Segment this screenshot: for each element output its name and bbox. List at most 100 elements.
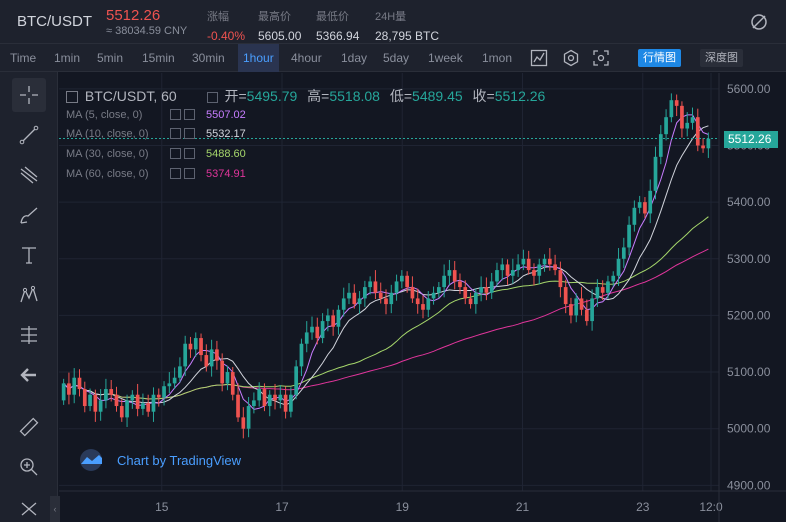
open-label: 开= bbox=[224, 88, 247, 104]
candle-body bbox=[378, 292, 383, 299]
volume-label: 24H量 bbox=[375, 11, 407, 23]
x-tick-label: 19 bbox=[396, 500, 410, 514]
high-value: 5518.08 bbox=[329, 88, 380, 104]
candle-body bbox=[114, 394, 119, 407]
grid bbox=[59, 73, 719, 491]
candle-body bbox=[220, 360, 225, 384]
ma30-value: 5488.60 bbox=[206, 148, 246, 160]
fullscreen-icon[interactable] bbox=[592, 49, 610, 67]
candle-body bbox=[595, 287, 600, 299]
timeframe-15min[interactable]: 15min bbox=[137, 44, 180, 72]
candle-body bbox=[352, 292, 357, 305]
timeframe-4hour[interactable]: 4hour bbox=[286, 44, 327, 72]
tradingview-watermark[interactable]: Chart by TradingView bbox=[75, 449, 241, 476]
candle-body bbox=[421, 304, 425, 310]
candle-body bbox=[701, 145, 705, 149]
timeframe-1week[interactable]: 1week bbox=[423, 44, 468, 72]
timeframe-1mon[interactable]: 1mon bbox=[477, 44, 517, 72]
pattern-tool[interactable] bbox=[12, 278, 46, 312]
candle-body bbox=[458, 281, 462, 288]
low-stat: 最低价 5366.94 bbox=[316, 8, 359, 43]
depth-view-button[interactable]: 深度图 bbox=[700, 49, 743, 67]
candle-body bbox=[156, 394, 161, 398]
candle-body bbox=[204, 355, 209, 367]
candle-body bbox=[452, 270, 457, 282]
pattern-icon bbox=[20, 285, 38, 303]
low-value: 5489.45 bbox=[412, 88, 463, 104]
candle-body bbox=[368, 281, 372, 288]
ma5-path bbox=[63, 114, 709, 410]
timeframe-30min[interactable]: 30min bbox=[187, 44, 230, 72]
gear-icon[interactable] bbox=[562, 49, 580, 67]
candle-body bbox=[61, 383, 66, 401]
legend-settings-icon[interactable] bbox=[206, 92, 218, 103]
candle-body bbox=[695, 117, 700, 146]
trend-line-tool[interactable] bbox=[12, 118, 46, 152]
kline-view-button[interactable]: 行情图 bbox=[638, 49, 681, 67]
candle-body bbox=[532, 270, 536, 276]
ruler-icon bbox=[19, 417, 39, 437]
remove-tool[interactable] bbox=[12, 490, 46, 522]
ma5-label: MA (5, close, 0) bbox=[66, 109, 143, 121]
candle-body bbox=[415, 298, 420, 305]
candle-body bbox=[273, 394, 277, 401]
candle-body bbox=[193, 338, 198, 350]
candle-body bbox=[283, 394, 288, 412]
candle-body bbox=[584, 309, 589, 322]
candle-body bbox=[72, 377, 77, 395]
candle-body bbox=[553, 264, 557, 271]
timeframe-1day[interactable]: 1day bbox=[336, 44, 372, 72]
candle-body bbox=[706, 138, 711, 149]
timeframe-time[interactable]: Time bbox=[5, 44, 41, 72]
ma30-controls[interactable] bbox=[170, 148, 198, 160]
ma60-controls[interactable] bbox=[170, 168, 198, 180]
close-label: 收= bbox=[472, 88, 495, 104]
zoom-tool[interactable] bbox=[12, 450, 46, 484]
ma60-path bbox=[63, 248, 709, 400]
timeframe-5day[interactable]: 5day bbox=[378, 44, 414, 72]
candle-body bbox=[278, 394, 283, 401]
trend-line-icon bbox=[19, 125, 39, 145]
timeframe-1min[interactable]: 1min bbox=[49, 44, 85, 72]
candle-body bbox=[167, 383, 172, 387]
ma30-legend: MA (30, close, 0) 5488.60 bbox=[66, 148, 246, 160]
text-icon bbox=[22, 247, 36, 264]
fib-tool[interactable] bbox=[12, 158, 46, 192]
last-price-label: 5512.26 bbox=[724, 130, 778, 148]
ruler-tool[interactable] bbox=[12, 410, 46, 444]
pitchfork-icon bbox=[20, 166, 38, 184]
candle-body bbox=[442, 275, 446, 288]
text-tool[interactable] bbox=[12, 238, 46, 272]
candle-body bbox=[357, 298, 362, 305]
candle-body bbox=[215, 349, 219, 361]
candle-body bbox=[88, 394, 92, 407]
ma10-controls[interactable] bbox=[170, 128, 198, 140]
ticker-bar: BTC/USDT 5512.26 ≈ 38034.59 CNY 涨幅 -0.40… bbox=[0, 0, 786, 44]
high-label: 最高价 bbox=[258, 11, 291, 23]
timeframe-5min[interactable]: 5min bbox=[92, 44, 128, 72]
back-tool[interactable] bbox=[12, 358, 46, 392]
arrow-left-icon bbox=[20, 368, 36, 382]
candle-body bbox=[363, 287, 367, 299]
volume-value: 28,795 BTC bbox=[375, 29, 440, 43]
crosshair-icon bbox=[20, 86, 38, 104]
brush-tool[interactable] bbox=[12, 198, 46, 232]
pair-name[interactable]: BTC/USDT bbox=[17, 13, 92, 30]
candle-body bbox=[600, 287, 605, 293]
x-tick-label: 23 bbox=[636, 500, 650, 514]
collapse-legend-icon[interactable] bbox=[66, 91, 78, 103]
ma5-controls[interactable] bbox=[170, 109, 198, 121]
candle-body bbox=[690, 117, 695, 123]
candle-body bbox=[151, 394, 156, 412]
candle-body bbox=[563, 287, 568, 305]
candle-body bbox=[246, 406, 251, 429]
close-value: 5512.26 bbox=[494, 88, 546, 104]
prediction-tool[interactable] bbox=[12, 318, 46, 352]
crosshair-tool[interactable] bbox=[12, 78, 46, 112]
indicators-icon[interactable] bbox=[530, 49, 548, 67]
candle-body bbox=[199, 338, 203, 356]
timeframe-1hour[interactable]: 1hour bbox=[238, 44, 279, 72]
candle-body bbox=[82, 389, 87, 407]
theme-toggle-icon[interactable] bbox=[750, 13, 768, 31]
open-value: 5495.79 bbox=[246, 88, 298, 104]
